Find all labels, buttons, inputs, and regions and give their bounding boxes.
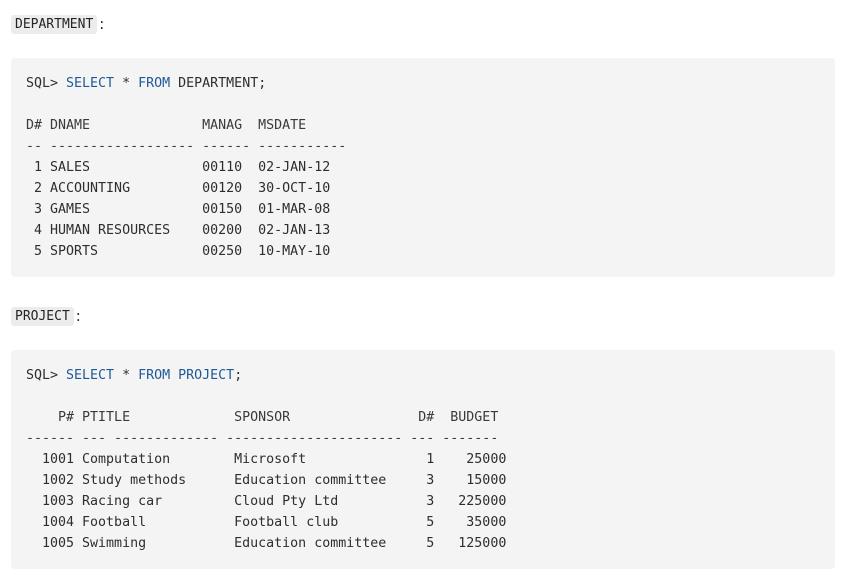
semicolon: ;: [258, 76, 267, 91]
table-row: 2 ACCOUNTING 00120 30-OCT-10: [26, 181, 331, 196]
table-row: 1005 Swimming Education committee 5 1250…: [26, 536, 507, 551]
table-row: 3 GAMES 00150 01-MAR-08: [26, 202, 331, 217]
keyword-select: SELECT: [66, 368, 115, 383]
department-label: DEPARTMENT: [11, 14, 98, 34]
project-label-line: PROJECT :: [11, 304, 81, 328]
table-row: 1004 Football Football club 5 35000: [26, 515, 507, 530]
project-query-output: SQL> SELECT * FROM PROJECT; P# PTITLE SP…: [26, 365, 506, 554]
table-row: 1003 Racing car Cloud Pty Ltd 3 225000: [26, 494, 507, 509]
keyword-from: FROM: [138, 76, 171, 91]
keyword-select: SELECT: [66, 76, 115, 91]
department-label-colon: :: [99, 15, 105, 33]
select-star: *: [114, 76, 139, 91]
table-row: 1 SALES 00110 02-JAN-12: [26, 160, 331, 175]
select-star: *: [114, 368, 139, 383]
table-row: 4 HUMAN RESOURCES 00200 02-JAN-13: [26, 223, 331, 238]
result-header: D# DNAME MANAG MSDATE: [26, 118, 307, 133]
sql-prompt: SQL>: [26, 368, 67, 383]
table-row: 5 SPORTS 00250 10-MAY-10: [26, 244, 331, 259]
project-label-colon: :: [75, 307, 81, 325]
result-separator: -- ------------------ ------ -----------: [26, 139, 347, 154]
table-row: 1002 Study methods Education committee 3…: [26, 473, 507, 488]
result-header: P# PTITLE SPONSOR D# BUDGET: [26, 410, 499, 425]
result-separator: ------ --- ------------- ---------------…: [26, 431, 499, 446]
department-label-line: DEPARTMENT :: [11, 12, 104, 36]
semicolon: ;: [234, 368, 243, 383]
table-name: DEPARTMENT: [170, 76, 259, 91]
project-label: PROJECT: [11, 306, 74, 326]
table-name: PROJECT: [170, 368, 235, 383]
department-query-output: SQL> SELECT * FROM DEPARTMENT; D# DNAME …: [26, 73, 346, 262]
project-code-block: SQL> SELECT * FROM PROJECT; P# PTITLE SP…: [11, 350, 835, 569]
table-row: 1001 Computation Microsoft 1 25000: [26, 452, 507, 467]
department-query-line: SQL> SELECT * FROM DEPARTMENT;: [26, 76, 266, 91]
sql-prompt: SQL>: [26, 76, 67, 91]
department-code-block: SQL> SELECT * FROM DEPARTMENT; D# DNAME …: [11, 58, 835, 277]
project-query-line: SQL> SELECT * FROM PROJECT;: [26, 368, 242, 383]
keyword-from: FROM: [138, 368, 171, 383]
